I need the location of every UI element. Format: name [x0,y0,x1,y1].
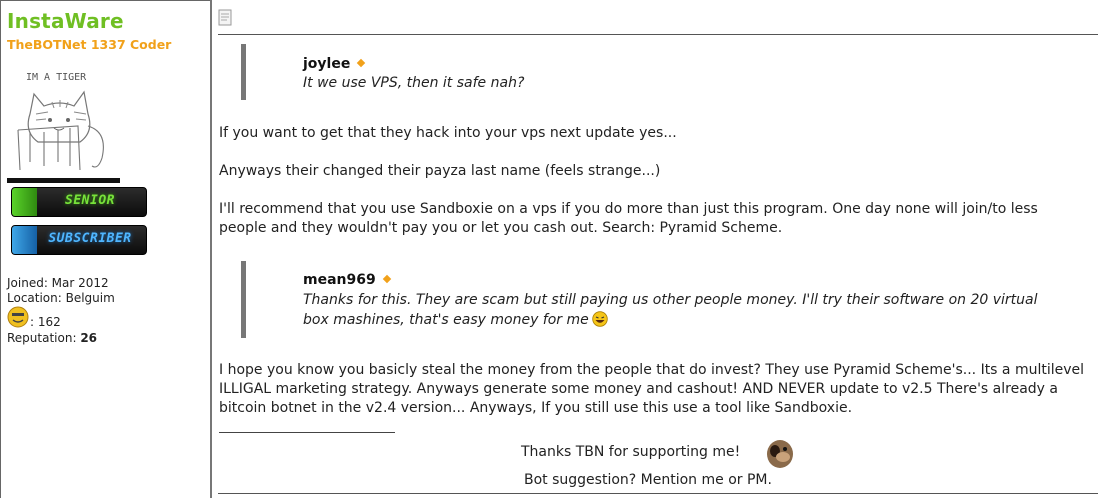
reputation-label: Reputation: [7,331,81,345]
quote-block: joylee It we use VPS, then it safe nah? [241,44,524,100]
post-footer-divider [218,493,1098,494]
badge-tab-icon [12,226,37,254]
quote-block: mean969 Thanks for this. They are scam b… [241,261,1038,338]
post-header-divider [218,34,1098,35]
user-title: TheBOTNet 1337 Coder [7,37,172,52]
user-location: Location: Belguim [7,291,115,305]
view-post-icon[interactable] [382,274,391,284]
avatar-caption: IM A TIGER [26,72,87,83]
badge-subscriber: SUBSCRIBER [11,225,147,255]
badge-label: SUBSCRIBER [48,231,132,246]
badge-label: SENIOR [65,193,115,208]
reputation-value[interactable]: 26 [80,331,97,345]
post-paragraph: If you want to get that they hack into y… [219,125,677,141]
badge-tab-icon [12,188,37,216]
user-coins: : 162 [30,315,61,329]
sidebar-divider [210,0,212,498]
user-reputation: Reputation: 26 [7,331,97,345]
signature-separator [219,432,395,433]
quote-text: It we use VPS, then it safe nah? [303,75,525,91]
quote-author[interactable]: mean969 [303,272,391,288]
quote-text: Thanks for this. They are scam but still… [303,292,1038,328]
signature-thanks: Thanks TBN for supporting me! [521,444,741,460]
signature-suggestion: Bot suggestion? Mention me or PM. [524,472,772,488]
badge-senior: SENIOR [11,187,147,217]
view-post-icon[interactable] [357,58,366,68]
post-paragraph: Anyways their changed their payza last n… [219,163,661,179]
laugh-emoji-icon [592,311,608,327]
post-frame: InstaWare TheBOTNet 1337 Coder IM A TIGE… [0,0,1106,498]
coin-icon [7,306,29,328]
user-joined: Joined: Mar 2012 [7,276,109,290]
post-paragraph: I'll recommend that you use Sandboxie on… [219,201,1038,236]
user-divider-bar [7,178,120,183]
post-paragraph: I hope you know you basicly steal the mo… [219,362,1085,416]
signature-image [767,440,793,468]
username-link[interactable]: InstaWare [7,9,124,33]
post-icon [218,9,232,26]
avatar[interactable]: IM A TIGER [8,62,122,172]
quote-author[interactable]: joylee [303,56,366,72]
